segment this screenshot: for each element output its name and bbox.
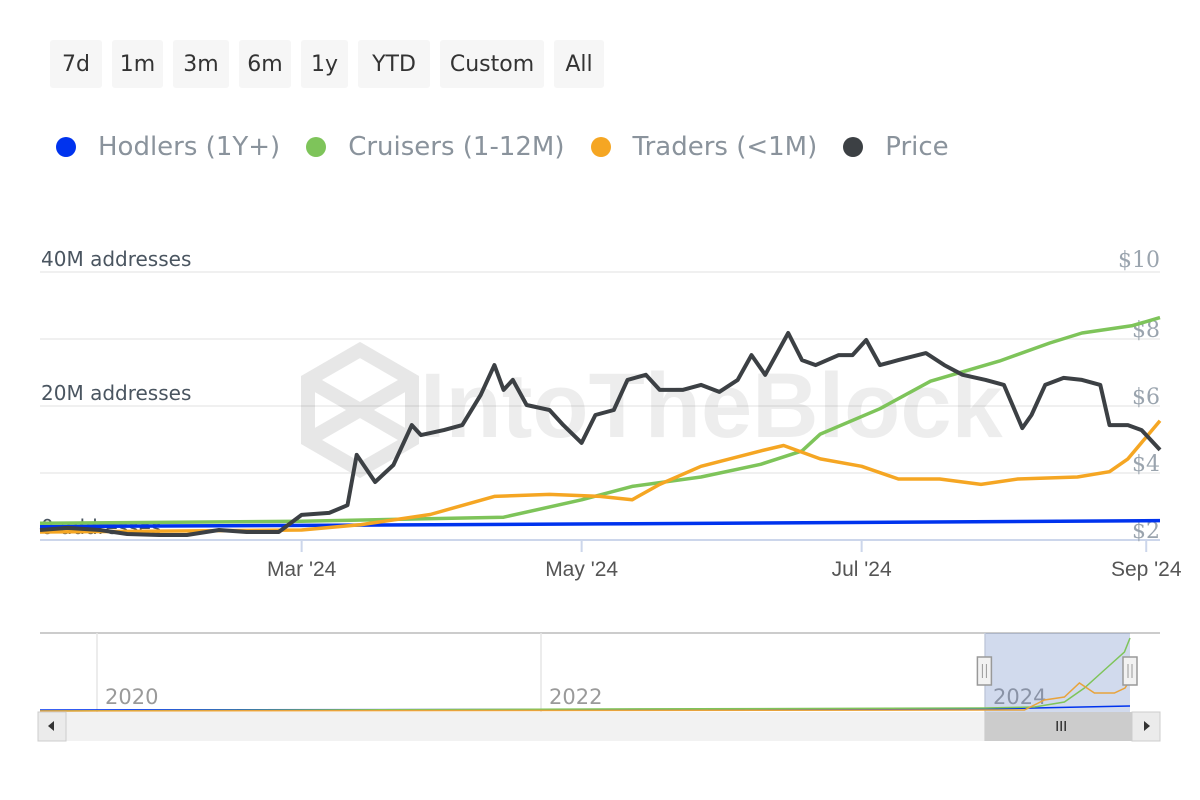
x-axis-tick-label: May '24: [545, 558, 618, 581]
navigator-handle-right[interactable]: [1123, 657, 1137, 685]
left-axis-tick-label: 40M addresses: [41, 247, 191, 271]
scroll-left-button[interactable]: [38, 712, 66, 741]
chart-canvas: IntoTheBlock 0 addresses20M addresses40M…: [0, 0, 1200, 800]
navigator-handle-left[interactable]: [977, 657, 991, 685]
navigator-year-label: 2022: [549, 685, 602, 709]
scrollbar-thumb[interactable]: [984, 712, 1138, 741]
x-axis-tick-label: Sep '24: [1111, 558, 1182, 581]
scroll-right-button[interactable]: [1132, 712, 1160, 741]
x-axis-tick-label: Jul '24: [832, 558, 892, 581]
left-axis: 0 addresses20M addresses40M addresses: [41, 247, 191, 539]
navigator-selected-range[interactable]: [984, 633, 1130, 712]
grip-handle-icon: [977, 657, 991, 685]
x-axis-tick-label: Mar '24: [267, 558, 337, 581]
x-axis: Mar '24 May '24 Jul '24 Sep '24: [267, 540, 1182, 581]
grip-handle-icon: [1123, 657, 1137, 685]
left-axis-tick-label: 20M addresses: [41, 381, 191, 405]
watermark-logo-icon: [308, 350, 412, 470]
navigator: 202020222024: [38, 633, 1160, 741]
right-axis-tick-label: $10: [1118, 248, 1160, 273]
watermark: IntoTheBlock: [308, 350, 1004, 470]
right-axis: $2$4$6$8$10: [1118, 248, 1160, 544]
watermark-text: IntoTheBlock: [420, 355, 1004, 457]
right-axis-tick-label: $4: [1132, 452, 1160, 477]
navigator-year-label: 2020: [105, 685, 158, 709]
right-axis-tick-label: $6: [1132, 385, 1160, 410]
